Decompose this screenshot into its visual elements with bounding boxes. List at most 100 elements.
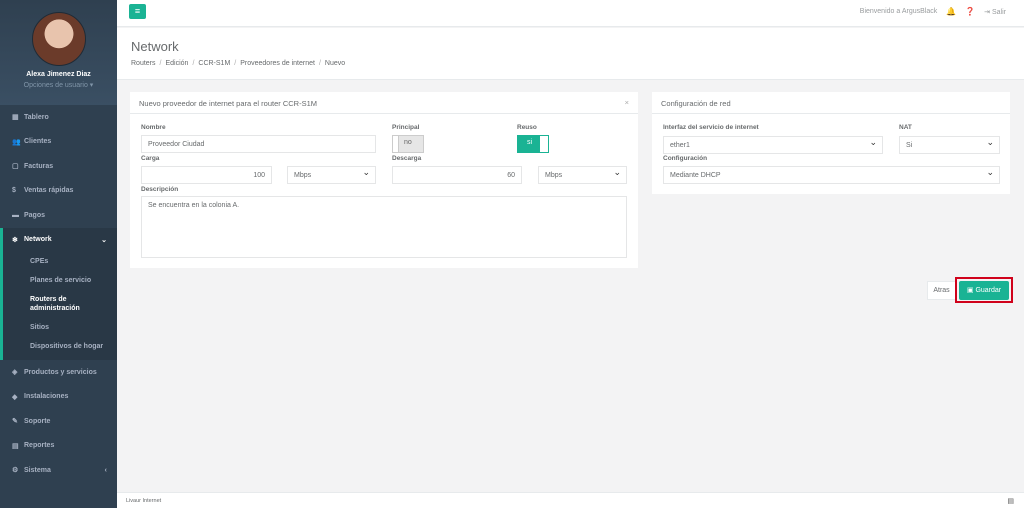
interfaz-select[interactable]: ether1	[663, 136, 883, 154]
network-submenu: CPEs Planes de servicio Routers de admin…	[3, 252, 117, 360]
sidebar-item-label: Clientes	[24, 138, 52, 146]
close-icon[interactable]: ×	[625, 98, 629, 107]
save-button[interactable]: ▣ Guardar	[959, 281, 1009, 300]
sidebar-nav: ▦ Tablero 👥 Clientes ▢ Facturas $ Ventas ráp…	[0, 105, 117, 483]
diamond-icon: ◆	[12, 393, 18, 401]
sidebar-item-label: Network	[24, 236, 52, 244]
sidebar-item-productos[interactable]: ◈ Productos y servicios	[0, 360, 117, 385]
breadcrumb: Routers / Edición / CCR-S1M / Proveedores d…	[131, 60, 346, 67]
sidebar-item-network[interactable]: ❄ Network ⌄	[3, 228, 117, 253]
cogs-icon: ⚙	[12, 467, 19, 475]
logout-link[interactable]: ⇥ Salir	[984, 8, 1006, 16]
principal-toggle-text: no	[404, 139, 412, 146]
configuracion-label: Configuración	[663, 155, 708, 162]
reuso-label: Reuso	[517, 124, 537, 131]
sidebar-item-ventas-rapidas[interactable]: $ Ventas rápidas	[0, 179, 117, 204]
descripcion-textarea[interactable]: Se encuentra en la colonia A.	[141, 196, 627, 258]
provider-form-panel: Nuevo proveedor de internet para el rout…	[130, 92, 638, 268]
sidebar-item-label: Facturas	[24, 162, 54, 170]
hamburger-icon: ≡	[134, 6, 141, 16]
sidebar-subitem-cpes[interactable]: CPEs	[3, 252, 117, 271]
sidebar-item-label: Soporte	[24, 417, 51, 425]
sidebar-subitem-planes[interactable]: Planes de servicio	[3, 271, 117, 290]
panel-title: Configuración de red	[652, 92, 1010, 114]
principal-label: Principal	[392, 124, 420, 131]
sidebar-item-label: Productos y servicios	[24, 368, 97, 376]
users-icon: 👥	[12, 138, 21, 146]
dashboard-icon: ▦	[12, 114, 19, 122]
sidebar-item-soporte[interactable]: ✎ Soporte	[0, 409, 117, 434]
interfaz-label: Interfaz del servicio de internet	[663, 124, 759, 131]
descripcion-label: Descripción	[141, 186, 179, 193]
page-title: Network	[131, 39, 179, 54]
sidebar-item-instalaciones[interactable]: ◆ Instalaciones	[0, 385, 117, 410]
sidebar-item-label: Reportes	[24, 442, 55, 450]
sidebar-subitem-dispositivos[interactable]: Dispositivos de hogar	[3, 337, 117, 356]
profile: Alexa Jimenez Diaz Opciones de usuario ▾	[0, 0, 117, 105]
nombre-label: Nombre	[141, 124, 166, 131]
sidebar-subitem-sitios[interactable]: Sitios	[3, 318, 117, 337]
avatar[interactable]	[31, 12, 86, 66]
chevron-left-icon: ‹	[104, 466, 107, 474]
nat-select[interactable]: Si	[899, 136, 1000, 154]
descarga-input[interactable]: 60	[392, 166, 522, 184]
breadcrumb-proveedores[interactable]: Proveedores de internet	[240, 60, 315, 67]
sidebar-item-clientes[interactable]: 👥 Clientes	[0, 130, 117, 155]
topbar-right: Bienvenido a ArgusBlack 🔔 ❓ ⇥ Salir	[860, 7, 1006, 16]
carga-unit-select[interactable]: Mbps	[287, 166, 376, 184]
sidebar-item-label: Pagos	[24, 211, 46, 219]
sidebar-subitem-routers[interactable]: Routers de administración	[3, 290, 117, 318]
sidebar-item-pagos[interactable]: ▬ Pagos	[0, 203, 117, 228]
file-icon: ▢	[12, 163, 19, 171]
configuracion-select[interactable]: Mediante DHCP	[663, 166, 1000, 184]
dollar-icon: $	[12, 187, 16, 195]
user-name: Alexa Jimenez Diaz	[26, 71, 91, 78]
footer: Livaur Internet ▤	[117, 492, 1024, 508]
tag-icon: ◈	[12, 369, 18, 377]
sidebar-section-network: ❄ Network ⌄ CPEs Planes de servicio Router…	[0, 227, 117, 360]
logout-label: Salir	[991, 8, 1006, 16]
carga-input[interactable]: 100	[141, 166, 272, 184]
nombre-input[interactable]: Proveedor Ciudad	[141, 135, 376, 153]
sidebar-item-label: Ventas rápidas	[24, 187, 74, 195]
sidebar-item-label: Tablero	[24, 113, 49, 121]
chevron-down-icon: ⌄	[101, 236, 107, 244]
sidebar-item-facturas[interactable]: ▢ Facturas	[0, 154, 117, 179]
sidebar-item-sistema[interactable]: ⚙ Sistema ‹	[0, 458, 117, 483]
reuso-toggle[interactable]: si	[517, 135, 549, 153]
sidebar-item-label: Sistema	[24, 466, 51, 474]
page-heading: Network Routers / Edición / CCR-S1M / Prove…	[117, 28, 1024, 80]
reuso-toggle-text: si	[527, 139, 533, 146]
breadcrumb-edicion[interactable]: Edición	[165, 60, 188, 67]
descarga-label: Descarga	[392, 155, 422, 162]
descarga-unit-select[interactable]: Mbps	[538, 166, 627, 184]
breadcrumb-routers[interactable]: Routers	[131, 60, 156, 67]
breadcrumb-nuevo: Nuevo	[324, 60, 346, 67]
carga-label: Carga	[141, 155, 160, 162]
wrench-icon: ✎	[12, 418, 18, 426]
sidebar-item-label: Instalaciones	[24, 393, 69, 401]
principal-toggle[interactable]: no	[392, 135, 424, 153]
footer-text: Livaur Internet	[126, 498, 162, 504]
welcome-text: Bienvenido a ArgusBlack	[859, 8, 938, 15]
snowflake-icon: ❄	[12, 236, 18, 244]
menu-toggle-button[interactable]: ≡	[129, 4, 146, 19]
topbar: ≡ Bienvenido a ArgusBlack 🔔 ❓ ⇥ Salir	[117, 0, 1024, 27]
book-icon: ▤	[12, 442, 19, 450]
back-button[interactable]: Atras	[927, 281, 956, 300]
panel-title: Nuevo proveedor de internet para el rout…	[130, 92, 638, 114]
save-label: Guardar	[975, 287, 1002, 294]
network-config-panel: Configuración de red Interfaz del servic…	[652, 92, 1010, 194]
nat-label: NAT	[899, 124, 912, 131]
user-options-dropdown[interactable]: Opciones de usuario ▾	[0, 81, 117, 89]
chat-icon[interactable]: ▤	[1007, 497, 1014, 505]
sidebar: Alexa Jimenez Diaz Opciones de usuario ▾…	[0, 0, 117, 508]
sidebar-item-reportes[interactable]: ▤ Reportes	[0, 434, 117, 459]
sidebar-item-tablero[interactable]: ▦ Tablero	[0, 105, 117, 130]
floppy-icon: ▣	[966, 287, 974, 294]
sign-out-icon: ⇥	[984, 8, 991, 16]
help-icon[interactable]: ❓	[965, 7, 975, 16]
bell-icon[interactable]: 🔔	[946, 7, 956, 16]
money-icon: ▬	[12, 211, 19, 219]
breadcrumb-router[interactable]: CCR-S1M	[198, 60, 230, 67]
